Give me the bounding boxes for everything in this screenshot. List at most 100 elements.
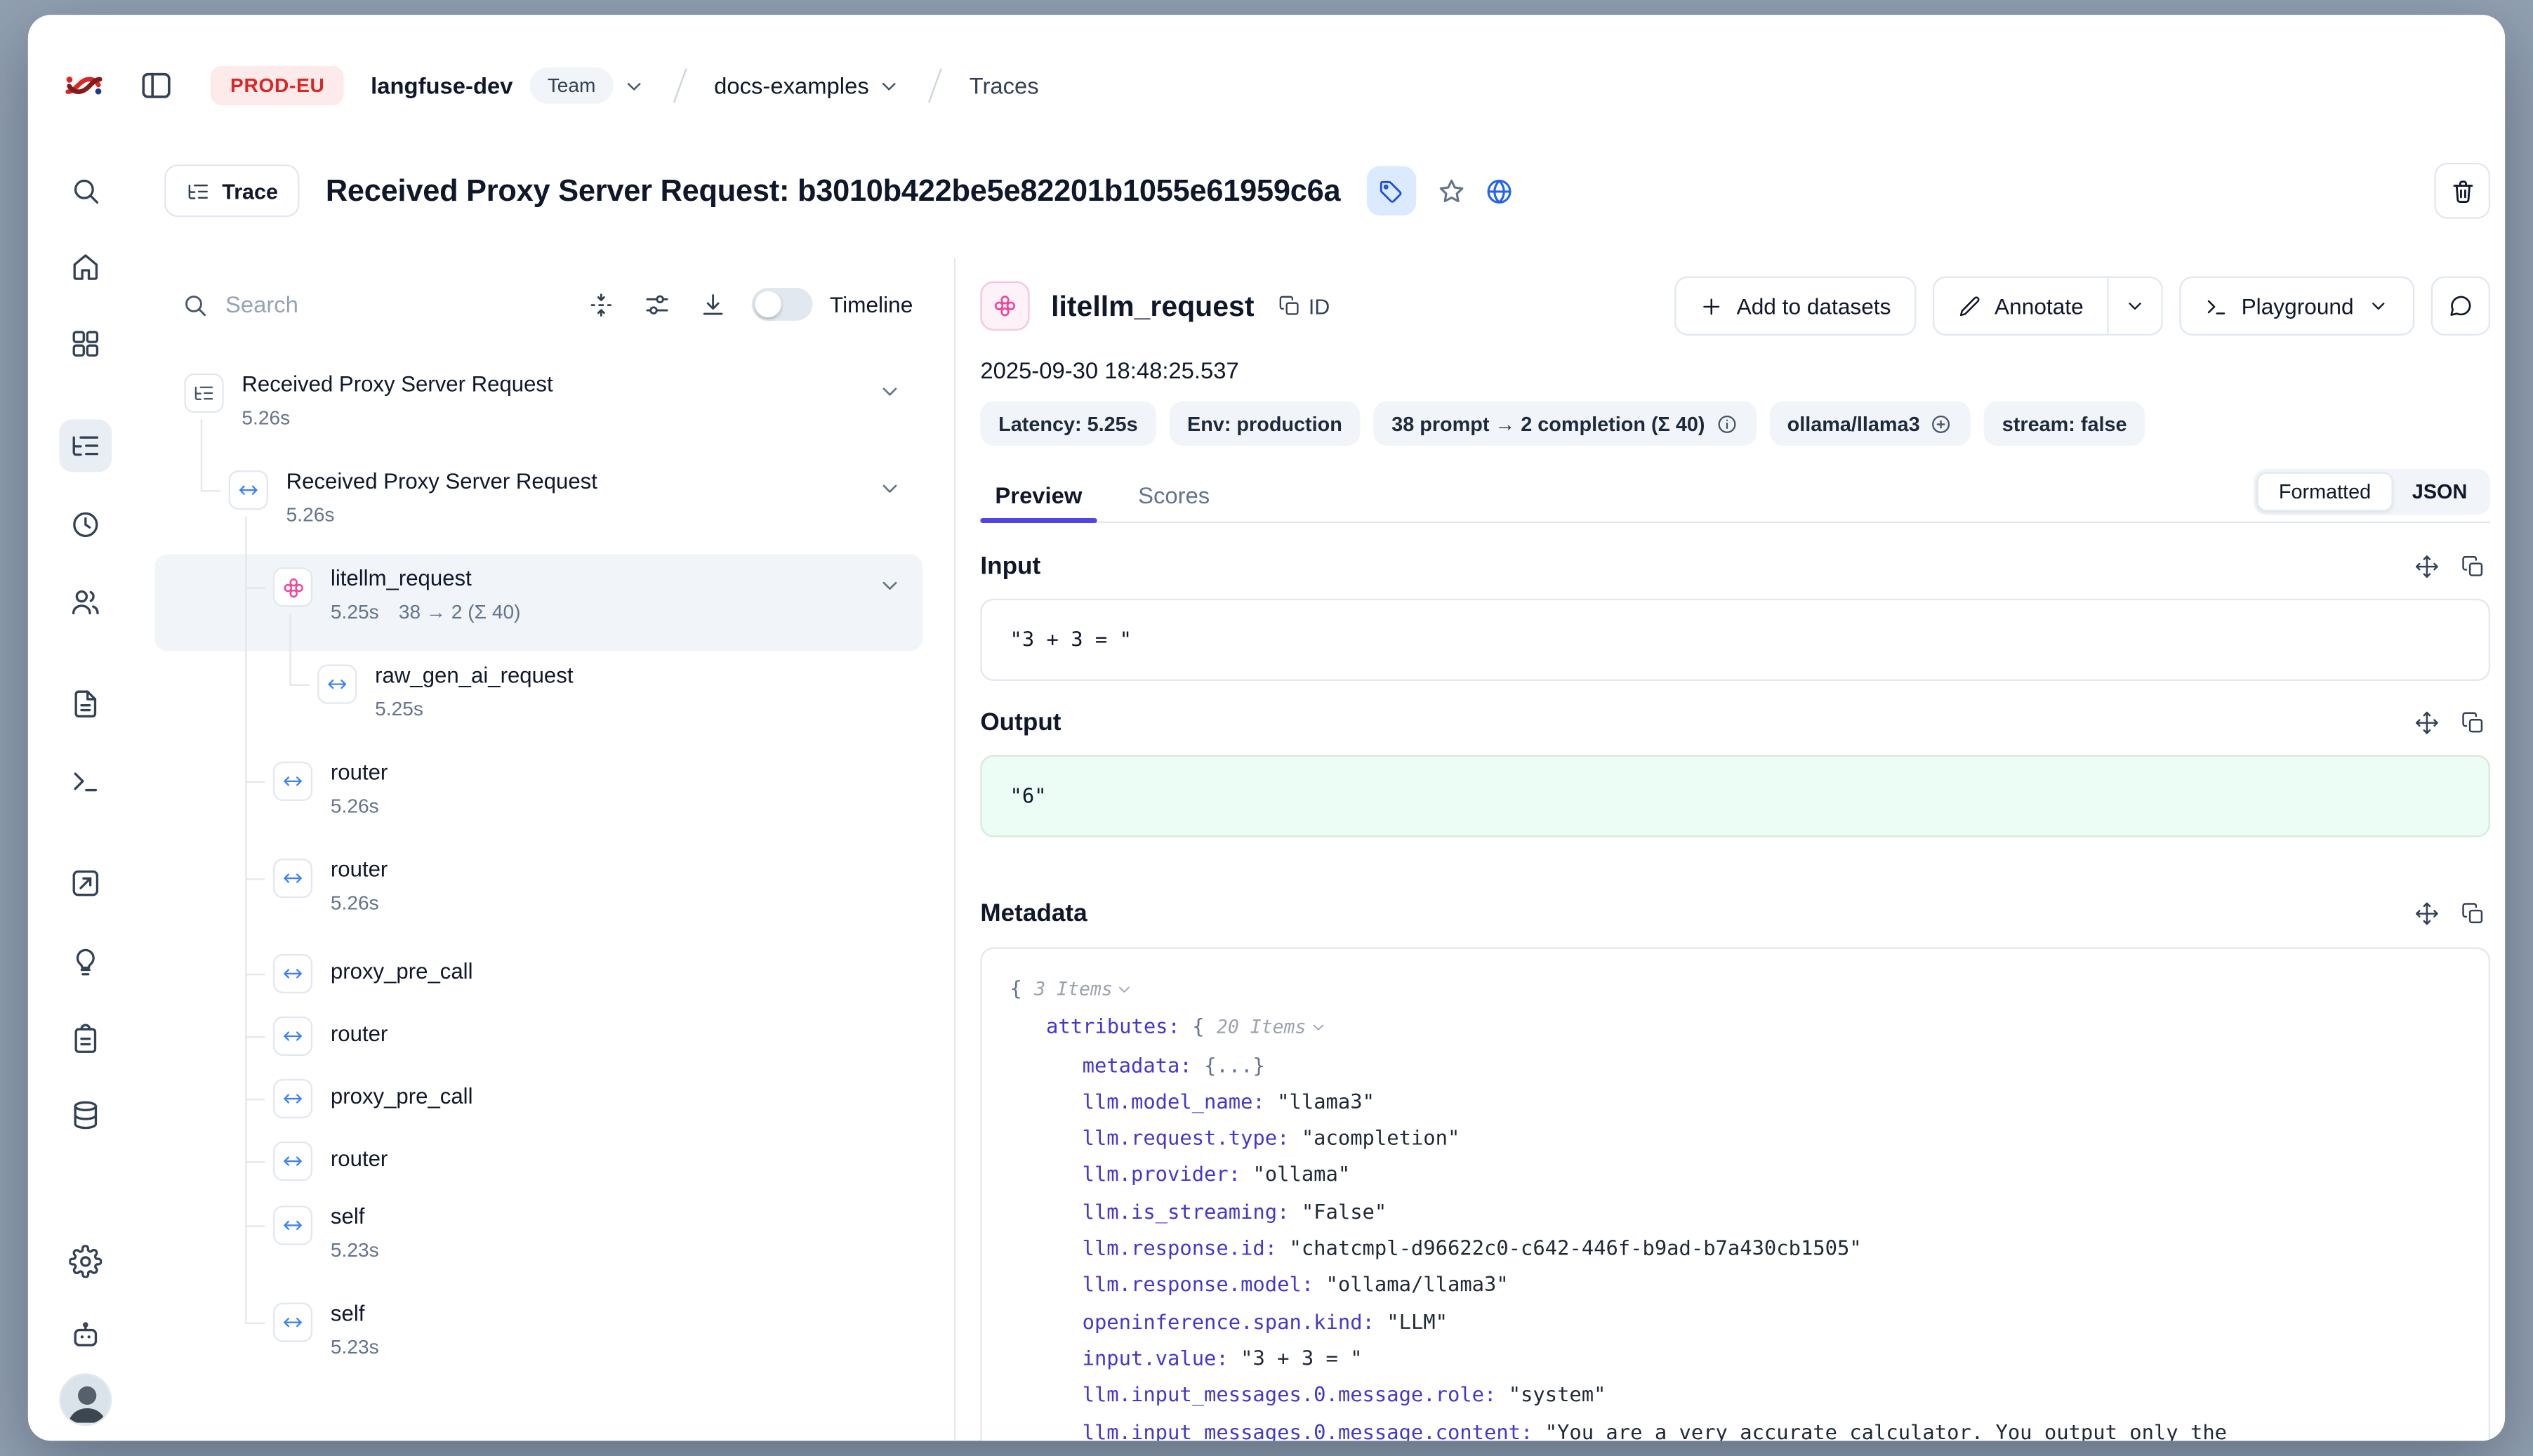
generation-icon (980, 282, 1029, 331)
span-icon (273, 1017, 312, 1056)
sidebar-users-icon[interactable] (59, 576, 112, 628)
trace-tree-node-litellm_request[interactable]: litellm_request5.25s38 → 2 (Σ 40) (154, 555, 922, 651)
sidebar-sessions-icon[interactable] (59, 498, 112, 551)
sidebar-insights-icon[interactable] (59, 936, 112, 988)
collapse-nodes-icon[interactable] (588, 291, 616, 319)
trace-title: Received Proxy Server Request: b3010b422… (326, 173, 1340, 209)
sidebar-prompts-icon[interactable] (59, 677, 112, 730)
sidebar-toggle-button[interactable] (138, 67, 175, 104)
input-section-actions (2414, 555, 2490, 579)
trace-tree-node-Received Proxy Server Request[interactable]: Received Proxy Server Request5.26s (154, 360, 922, 457)
trace-tree-node-self[interactable]: self5.23s (154, 1290, 922, 1386)
trace-tree-node-router[interactable]: router (154, 1130, 922, 1193)
sidebar-tracing-icon[interactable] (59, 419, 112, 472)
trace-tree-node-router[interactable]: router5.26s (154, 845, 922, 942)
trace-icon (184, 373, 223, 413)
tree-connector (245, 1161, 265, 1163)
chevron-down-icon (2123, 294, 2146, 317)
comments-button[interactable] (2431, 277, 2490, 336)
observation-detail-panel: litellm_request ID Add to datasets Annot… (954, 258, 2505, 1441)
span-icon (273, 954, 312, 993)
sidebar-settings-icon[interactable] (59, 1235, 112, 1288)
output-label: Output (980, 709, 1061, 737)
copy-icon[interactable] (2461, 555, 2485, 579)
chat-bubble-icon (2447, 293, 2473, 319)
node-label: self (331, 1301, 365, 1325)
node-duration: 5.26s (242, 406, 290, 430)
timeline-toggle[interactable] (753, 288, 814, 321)
sidebar-datasets-icon[interactable] (59, 1089, 112, 1141)
plus-circle-icon[interactable] (1930, 412, 1953, 435)
breadcrumb-section[interactable]: Traces (970, 72, 1039, 98)
tags-button[interactable] (1367, 166, 1416, 216)
format-json-option[interactable]: JSON (2393, 473, 2487, 510)
user-avatar[interactable] (59, 1373, 112, 1426)
trace-tree-node-router[interactable]: router (154, 1005, 922, 1067)
trace-tree-node-Received Proxy Server Request[interactable]: Received Proxy Server Request5.26s (154, 457, 922, 554)
add-to-datasets-button[interactable]: Add to datasets (1674, 277, 1916, 336)
metric-badges: Latency: 5.25sEnv: production38 prompt →… (980, 402, 2490, 446)
format-toggle: Formatted JSON (2254, 468, 2490, 515)
download-icon[interactable] (700, 291, 728, 319)
project-switcher-chevron-icon[interactable] (877, 73, 901, 98)
trace-tree-node-router[interactable]: router5.26s (154, 748, 922, 845)
trace-tree-node-proxy_pre_call[interactable]: proxy_pre_call (154, 1068, 922, 1130)
tree-connector (245, 587, 265, 588)
trace-tree-panel: Timeline Received Proxy Server Request5.… (152, 258, 937, 1441)
node-label: router (331, 1021, 388, 1046)
chevron-down-icon[interactable] (877, 378, 903, 404)
node-label: proxy_pre_call (331, 959, 473, 984)
trace-tree-node-raw_gen_ai_request[interactable]: raw_gen_ai_request5.25s (154, 651, 922, 748)
org-name[interactable]: langfuse-dev (371, 72, 512, 98)
span-icon (273, 762, 312, 801)
info-icon[interactable] (1715, 412, 1738, 435)
observation-title: litellm_request (1051, 289, 1254, 323)
tree-settings-icon[interactable] (644, 291, 672, 319)
sidebar-search-icon[interactable] (59, 164, 112, 217)
public-globe-button[interactable] (1483, 176, 1515, 207)
copy-id-button[interactable]: ID (1277, 293, 1330, 318)
project-name[interactable]: docs-examples (714, 72, 869, 98)
expand-icon[interactable] (2414, 555, 2439, 579)
node-label: self (331, 1204, 365, 1229)
tree-connector (245, 517, 246, 1323)
trace-header: Trace Received Proxy Server Request: b30… (164, 159, 2490, 222)
copy-icon (1277, 294, 1300, 317)
tab-preview[interactable]: Preview (980, 467, 1097, 521)
chevron-down-icon[interactable] (877, 475, 903, 501)
output-section-header: Output (980, 709, 2490, 737)
trace-tree-node-proxy_pre_call[interactable]: proxy_pre_call (154, 942, 922, 1005)
tree-connector (201, 419, 202, 490)
generation-icon (273, 567, 312, 607)
copy-icon[interactable] (2461, 901, 2485, 926)
tree-connector (289, 614, 291, 684)
delete-trace-button[interactable] (2434, 163, 2490, 219)
sidebar-support-icon[interactable] (59, 1309, 112, 1362)
node-label: proxy_pre_call (331, 1084, 473, 1108)
sidebar-playground-icon[interactable] (59, 755, 112, 807)
chevron-down-icon[interactable] (877, 572, 903, 598)
tree-search-input[interactable] (225, 291, 560, 317)
app-window: PROD-EU langfuse-dev Team docs-examples … (28, 15, 2505, 1441)
span-icon (273, 859, 312, 898)
sidebar-dashboards-icon[interactable] (59, 317, 112, 370)
tree-connector (245, 1099, 265, 1100)
annotate-dropdown-button[interactable] (2108, 277, 2162, 336)
playground-button[interactable]: Playground (2179, 277, 2415, 336)
bookmark-star-button[interactable] (1436, 176, 1467, 207)
format-formatted-option[interactable]: Formatted (2257, 471, 2392, 510)
sidebar-annotation-icon[interactable] (59, 1013, 112, 1066)
annotate-button[interactable]: Annotate (1932, 277, 2108, 336)
expand-icon[interactable] (2414, 901, 2439, 926)
trace-tree-node-self[interactable]: self5.23s (154, 1193, 922, 1290)
copy-icon[interactable] (2461, 710, 2485, 735)
tab-scores[interactable]: Scores (1123, 467, 1224, 521)
expand-icon[interactable] (2414, 710, 2439, 735)
org-switcher-chevron-icon[interactable] (622, 73, 647, 98)
tree-connector (245, 1225, 265, 1226)
node-label: router (331, 760, 388, 784)
input-label: Input (980, 552, 1040, 581)
timeline-toggle-label: Timeline (830, 292, 913, 317)
sidebar-home-icon[interactable] (59, 240, 112, 293)
sidebar-evaluation-icon[interactable] (59, 857, 112, 910)
